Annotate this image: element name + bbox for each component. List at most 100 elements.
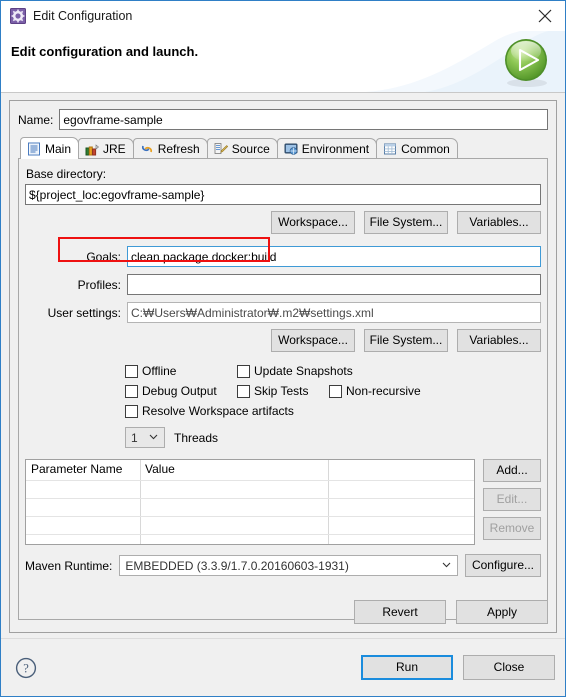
checkbox-box xyxy=(125,364,138,378)
title-bar: Edit Configuration xyxy=(1,1,565,31)
main-tab-panel: Base directory: Workspace... File System… xyxy=(18,158,548,620)
tab-source[interactable]: Source xyxy=(206,138,278,159)
checkbox-line-2: Debug Output Skip Tests Non-recursive xyxy=(125,384,541,398)
checkbox-line-3: Resolve Workspace artifacts xyxy=(125,404,541,418)
settings-file-system-button[interactable]: File System... xyxy=(364,329,448,352)
tab-common[interactable]: Common xyxy=(376,138,458,159)
settings-workspace-button[interactable]: Workspace... xyxy=(271,329,355,352)
run-green-play-icon xyxy=(501,36,553,88)
checkbox-skip-tests[interactable]: Skip Tests xyxy=(237,384,329,398)
threads-dropdown[interactable]: 1 xyxy=(125,427,165,448)
chevron-down-icon xyxy=(145,433,164,442)
settings-variables-button[interactable]: Variables... xyxy=(457,329,541,352)
profiles-row: Profiles: xyxy=(25,274,541,295)
tab-main[interactable]: Main xyxy=(20,137,80,159)
dialog-body: Name: egovframe-sample Main JRE Refresh … xyxy=(1,93,565,638)
tab-refresh-label: Refresh xyxy=(157,142,200,156)
checkbox-debug-output[interactable]: Debug Output xyxy=(125,384,237,398)
base-workspace-button[interactable]: Workspace... xyxy=(271,211,355,234)
checkbox-resolve-workspace-artifacts-label: Resolve Workspace artifacts xyxy=(142,404,294,418)
base-file-system-button[interactable]: File System... xyxy=(364,211,448,234)
base-variables-button[interactable]: Variables... xyxy=(457,211,541,234)
dialog-footer: ? Run Close xyxy=(1,638,565,696)
refresh-arrows-icon xyxy=(140,142,154,156)
checkbox-line-1: Offline Update Snapshots xyxy=(125,364,541,378)
checkbox-non-recursive[interactable]: Non-recursive xyxy=(329,384,421,398)
close-icon[interactable] xyxy=(525,2,565,31)
checkbox-update-snapshots[interactable]: Update Snapshots xyxy=(237,364,353,378)
checkbox-box xyxy=(237,384,250,398)
checkbox-offline[interactable]: Offline xyxy=(125,364,237,378)
jre-books-icon xyxy=(85,142,100,156)
column-header-value: Value xyxy=(145,462,175,476)
goals-row: Goals: xyxy=(25,246,541,267)
checkbox-non-recursive-label: Non-recursive xyxy=(346,384,421,398)
edit-parameter-button: Edit... xyxy=(483,488,541,511)
checkbox-resolve-workspace-artifacts[interactable]: Resolve Workspace artifacts xyxy=(125,404,294,418)
checkbox-box xyxy=(125,384,138,398)
name-row: Name: xyxy=(18,109,548,130)
maven-runtime-row: Maven Runtime: EMBEDDED (3.3.9/1.7.0.201… xyxy=(25,554,541,577)
add-parameter-button[interactable]: Add... xyxy=(483,459,541,482)
svg-text:?: ? xyxy=(23,661,29,675)
revert-button[interactable]: Revert xyxy=(354,600,446,624)
checkbox-box xyxy=(237,364,250,378)
source-pencil-icon xyxy=(214,142,228,156)
profiles-input[interactable] xyxy=(127,274,541,295)
common-table-icon xyxy=(383,142,397,156)
help-question-icon[interactable]: ? xyxy=(15,657,37,679)
maven-runtime-dropdown[interactable]: EMBEDDED (3.3.9/1.7.0.20160603-1931) xyxy=(119,555,458,576)
remove-parameter-button: Remove xyxy=(483,517,541,540)
maven-runtime-label: Maven Runtime: xyxy=(25,558,113,573)
threads-row: 1 Threads xyxy=(125,427,541,448)
parameters-section: Parameter Name Value Add... Edit... Remo… xyxy=(25,459,541,545)
tab-source-label: Source xyxy=(231,142,270,156)
window-title: Edit Configuration xyxy=(33,9,133,23)
chevron-down-icon xyxy=(438,561,457,570)
threads-label: Threads xyxy=(174,430,219,445)
parameters-buttons: Add... Edit... Remove xyxy=(483,459,541,540)
user-settings-buttons: Workspace... File System... Variables... xyxy=(25,329,541,352)
goals-label: Goals: xyxy=(86,249,121,264)
checkbox-offline-label: Offline xyxy=(142,364,177,378)
checkbox-skip-tests-label: Skip Tests xyxy=(254,384,309,398)
user-settings-label: User settings: xyxy=(47,305,121,320)
profiles-label: Profiles: xyxy=(77,277,121,292)
banner-heading: Edit configuration and launch. xyxy=(11,44,199,59)
header-banner: Edit configuration and launch. xyxy=(1,31,565,93)
revert-apply-row: Revert Apply xyxy=(354,600,548,624)
close-button[interactable]: Close xyxy=(463,655,555,680)
user-settings-row: User settings: xyxy=(25,302,541,323)
tab-environment[interactable]: Environment xyxy=(276,138,378,159)
column-header-blank xyxy=(328,460,474,480)
parameters-table-header: Parameter Name Value xyxy=(26,460,474,480)
main-document-icon xyxy=(27,142,41,156)
configuration-panel: Name: egovframe-sample Main JRE Refresh … xyxy=(9,100,557,633)
name-input[interactable] xyxy=(59,109,548,130)
options-checkbox-area: Offline Update Snapshots Debug Output Sk… xyxy=(25,364,541,448)
goals-input[interactable] xyxy=(127,246,541,267)
checkbox-update-snapshots-label: Update Snapshots xyxy=(254,364,353,378)
environment-monitor-icon xyxy=(284,142,298,156)
edit-configuration-dialog: Edit Configuration Edit configuration an… xyxy=(0,0,566,697)
apply-button[interactable]: Apply xyxy=(456,600,548,624)
maven-runtime-value: EMBEDDED (3.3.9/1.7.0.20160603-1931) xyxy=(125,558,349,573)
tab-main-label: Main xyxy=(45,141,72,156)
tab-common-label: Common xyxy=(401,142,450,156)
tab-jre-label: JRE xyxy=(103,142,126,156)
base-directory-buttons: Workspace... File System... Variables... xyxy=(25,211,541,234)
base-directory-input[interactable] xyxy=(25,184,541,205)
name-label: Name: xyxy=(18,112,54,127)
column-header-parameter-name: Parameter Name xyxy=(31,462,123,476)
run-button[interactable]: Run xyxy=(361,655,453,680)
base-directory-label: Base directory: xyxy=(26,167,107,181)
user-settings-input[interactable] xyxy=(127,302,541,323)
tab-refresh[interactable]: Refresh xyxy=(132,138,208,159)
checkbox-box xyxy=(125,404,138,418)
tab-jre[interactable]: JRE xyxy=(78,138,134,159)
threads-value: 1 xyxy=(131,430,138,445)
tab-strip: Main JRE Refresh Source Environment Comm… xyxy=(20,137,548,159)
configure-runtime-button[interactable]: Configure... xyxy=(465,554,541,577)
checkbox-debug-output-label: Debug Output xyxy=(142,384,217,398)
parameters-table[interactable]: Parameter Name Value xyxy=(25,459,475,545)
